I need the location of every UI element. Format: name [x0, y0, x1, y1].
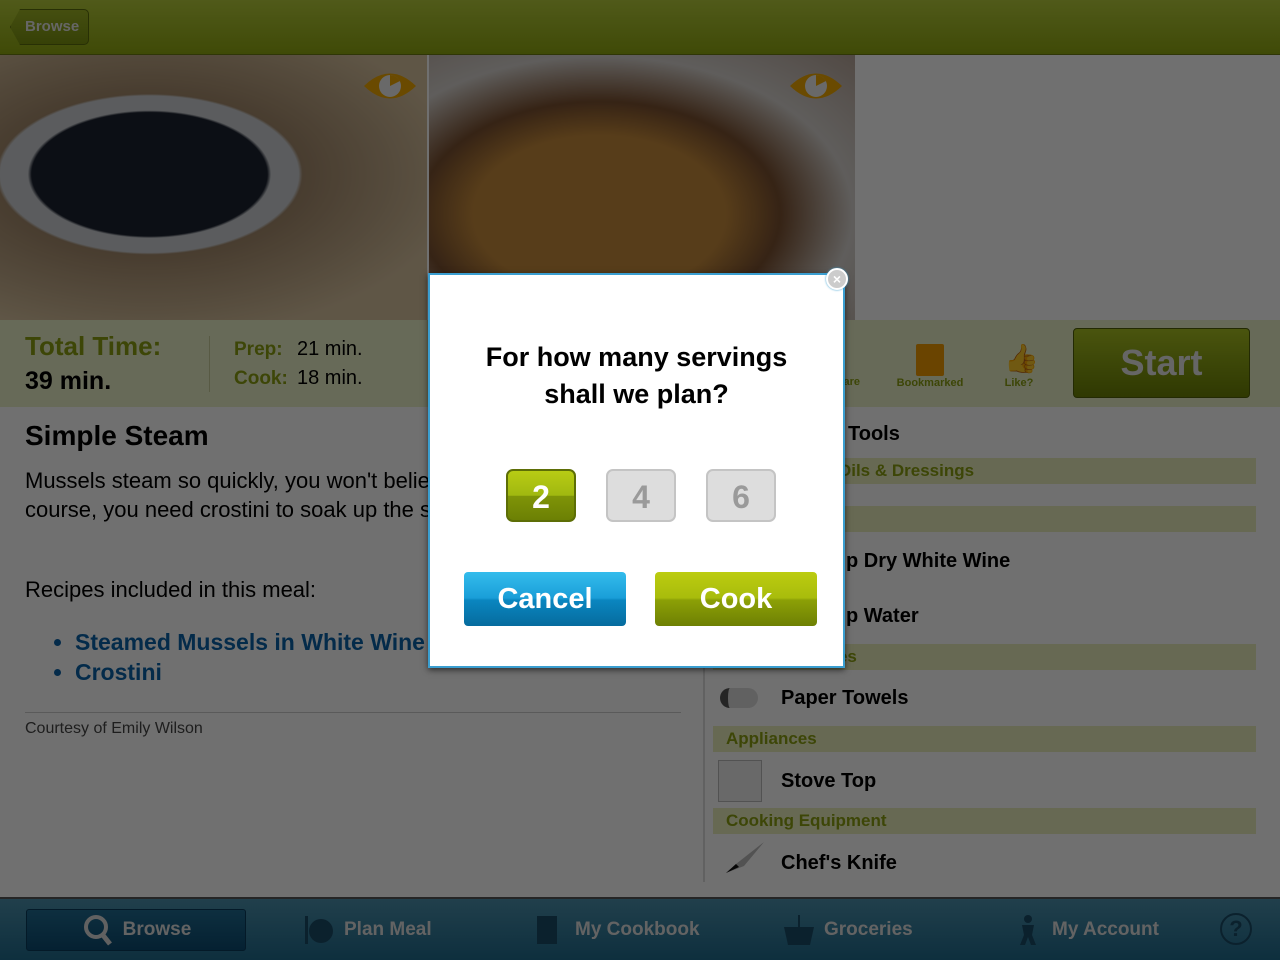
tab-groceries[interactable]: Groceries: [782, 909, 913, 951]
tools-heading: Tools: [848, 423, 900, 445]
list-item[interactable]: Paper Towels: [781, 687, 908, 710]
help-icon[interactable]: ?: [1220, 913, 1252, 945]
cook-label: Cook:: [234, 368, 288, 389]
recipe-title: Simple Steam: [25, 420, 209, 451]
servings-option-4[interactable]: 4: [606, 469, 676, 522]
prep-value: 21 min.: [297, 338, 363, 360]
eye-icon[interactable]: [788, 67, 844, 105]
list-item[interactable]: p Dry White Wine: [846, 550, 1010, 573]
cancel-button[interactable]: Cancel: [464, 572, 626, 626]
list-item[interactable]: p Water: [846, 605, 919, 628]
total-time-label: Total Time:: [25, 331, 162, 361]
recipes-heading: Recipes included in this meal:: [25, 577, 317, 602]
close-icon[interactable]: ×: [826, 268, 848, 290]
like-label[interactable]: Like?: [995, 377, 1043, 389]
top-bar: Browse: [0, 0, 1280, 55]
cook-value: 18 min.: [297, 367, 363, 389]
eye-icon[interactable]: [362, 67, 418, 105]
basket-icon: [784, 915, 814, 945]
paper-towel-icon: [720, 688, 758, 708]
list-item[interactable]: Stove Top: [781, 770, 876, 793]
prep-label: Prep:: [234, 339, 283, 360]
cook-button[interactable]: Cook: [655, 572, 817, 626]
recipe-credit: Courtesy of Emily Wilson: [25, 720, 203, 737]
stove-top-icon: [718, 760, 762, 802]
start-button[interactable]: Start: [1073, 328, 1250, 398]
plate-icon: [305, 916, 333, 944]
divider: [209, 336, 210, 392]
bookmarked-label[interactable]: Bookmarked: [890, 377, 970, 389]
servings-option-6[interactable]: 6: [706, 469, 776, 522]
list-item[interactable]: Chef's Knife: [781, 852, 897, 875]
section-header: Cooking Equipment: [713, 808, 1256, 834]
account-icon: [1020, 915, 1036, 945]
book-icon: [537, 916, 557, 944]
section-header: Appliances: [713, 726, 1256, 752]
total-time-value: 39 min.: [25, 367, 112, 395]
chef-knife-icon: [724, 840, 768, 874]
search-icon: [83, 915, 112, 946]
bottom-tab-bar: Browse Plan Meal My Cookbook Groceries M…: [0, 897, 1280, 960]
back-browse-button[interactable]: Browse: [10, 9, 89, 45]
dialog-question: For how many servings shall we plan?: [485, 342, 788, 409]
tab-my-cookbook[interactable]: My Cookbook: [533, 909, 700, 951]
tab-my-account[interactable]: My Account: [1010, 909, 1159, 951]
thumbs-up-icon[interactable]: 👍: [1004, 342, 1039, 375]
tab-browse[interactable]: Browse: [26, 909, 246, 951]
divider: [25, 712, 681, 713]
servings-option-2[interactable]: 2: [506, 469, 576, 522]
bookmark-icon[interactable]: [916, 344, 944, 376]
tab-plan-meal[interactable]: Plan Meal: [302, 909, 432, 951]
